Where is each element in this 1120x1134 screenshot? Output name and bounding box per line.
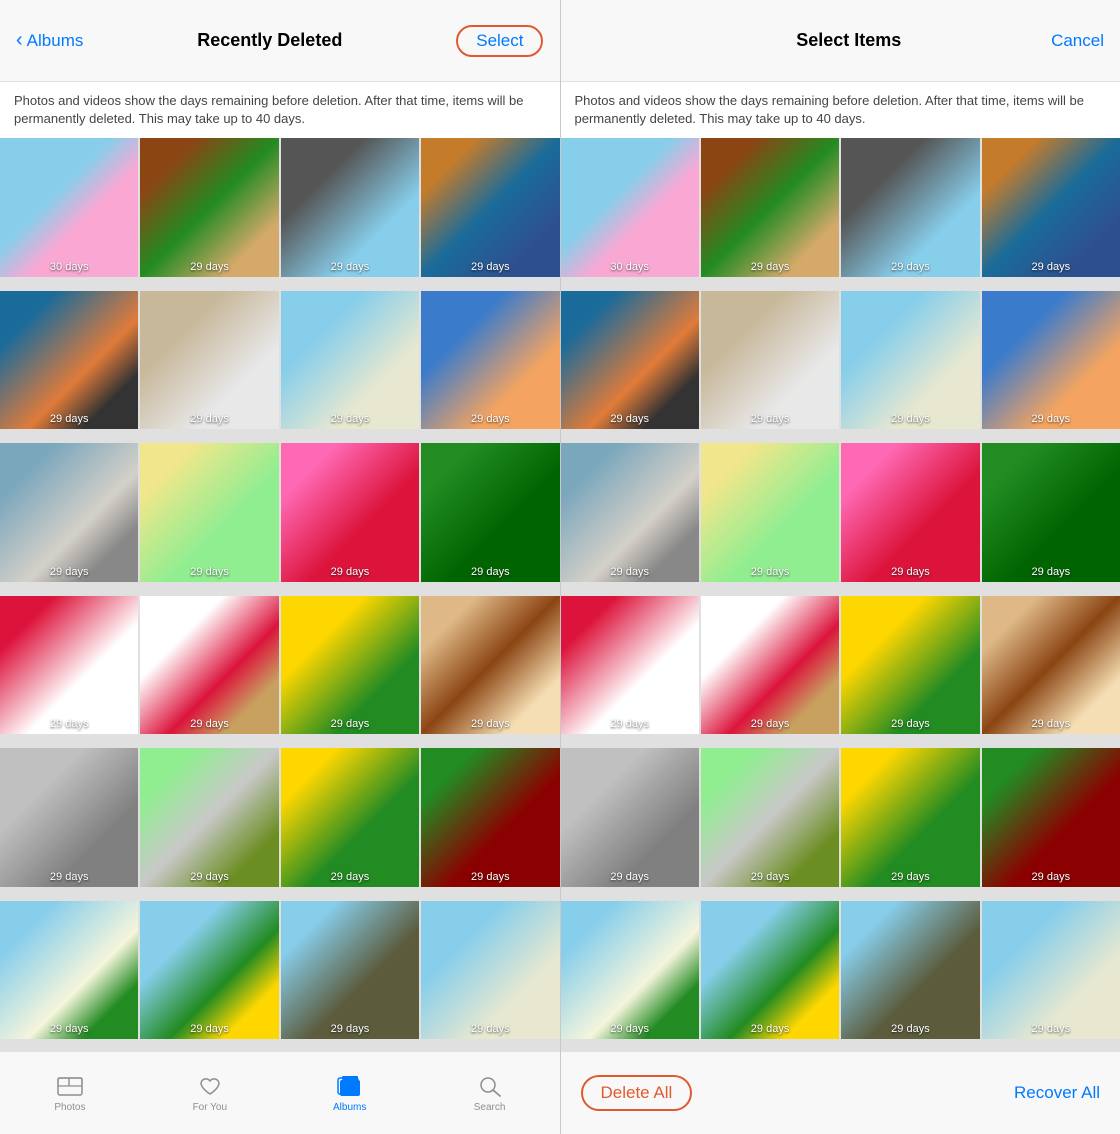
photo-cell[interactable]: 29 days — [0, 748, 138, 886]
photo-cell[interactable]: 29 days — [0, 443, 138, 581]
photo-cell[interactable]: 29 days — [561, 443, 699, 581]
photo-cell[interactable]: 29 days — [0, 596, 138, 734]
photo-cell[interactable]: 29 days — [841, 443, 979, 581]
photo-cell[interactable]: 29 days — [701, 596, 839, 734]
photo-cell[interactable]: 29 days — [281, 138, 419, 276]
tab-photos[interactable]: Photos — [0, 1074, 140, 1113]
photo-cell[interactable]: 30 days — [561, 138, 699, 276]
back-button[interactable]: ‹ Albums — [16, 29, 83, 52]
albums-icon — [336, 1074, 364, 1098]
page-title: Recently Deleted — [197, 30, 342, 51]
heart-icon — [196, 1074, 224, 1098]
photo-cell[interactable]: 29 days — [281, 443, 419, 581]
photo-cell[interactable]: 29 days — [281, 901, 419, 1039]
photo-cell[interactable]: 29 days — [281, 748, 419, 886]
left-header: ‹ Albums Recently Deleted Select — [0, 0, 560, 82]
photo-cell[interactable]: 29 days — [140, 596, 278, 734]
photo-cell[interactable]: 29 days — [841, 596, 979, 734]
search-icon — [476, 1074, 504, 1098]
photo-cell[interactable]: 29 days — [982, 138, 1120, 276]
right-header: Select Items Cancel — [561, 0, 1120, 82]
photo-cell[interactable]: 29 days — [0, 901, 138, 1039]
photo-cell[interactable]: 29 days — [421, 443, 559, 581]
photo-cell[interactable]: 29 days — [701, 443, 839, 581]
select-button[interactable]: Select — [456, 25, 543, 57]
photos-icon — [56, 1074, 84, 1098]
photo-cell[interactable]: 29 days — [140, 291, 278, 429]
back-label: Albums — [27, 31, 84, 51]
photo-cell[interactable]: 29 days — [421, 596, 559, 734]
photo-cell[interactable]: 29 days — [982, 291, 1120, 429]
photo-cell[interactable]: 29 days — [140, 138, 278, 276]
photo-cell[interactable]: 29 days — [701, 138, 839, 276]
tab-search-label: Search — [474, 1102, 506, 1113]
photo-cell[interactable]: 29 days — [0, 291, 138, 429]
photo-cell[interactable]: 29 days — [701, 291, 839, 429]
photo-cell[interactable]: 29 days — [841, 901, 979, 1039]
photo-cell[interactable]: 29 days — [841, 138, 979, 276]
photo-cell[interactable]: 29 days — [421, 748, 559, 886]
tab-for-you-label: For You — [193, 1102, 227, 1113]
photo-cell[interactable]: 29 days — [561, 901, 699, 1039]
photo-grid-right: 30 days 29 days 29 days 29 days 29 days … — [561, 138, 1120, 1051]
photo-cell[interactable]: 29 days — [982, 443, 1120, 581]
delete-all-button[interactable]: Delete All — [581, 1075, 693, 1111]
chevron-left-icon: ‹ — [16, 29, 23, 52]
photo-cell[interactable]: 30 days — [0, 138, 138, 276]
photo-cell[interactable]: 29 days — [421, 901, 559, 1039]
tab-for-you[interactable]: For You — [140, 1074, 280, 1113]
right-description-text: Photos and videos show the days remainin… — [561, 82, 1120, 138]
photo-cell[interactable]: 29 days — [281, 596, 419, 734]
photo-cell[interactable]: 29 days — [421, 291, 559, 429]
photo-cell[interactable]: 29 days — [982, 748, 1120, 886]
photo-cell[interactable]: 29 days — [140, 748, 278, 886]
tab-photos-label: Photos — [54, 1102, 85, 1113]
photo-cell[interactable]: 29 days — [701, 901, 839, 1039]
tab-search[interactable]: Search — [420, 1074, 560, 1113]
photo-cell[interactable]: 29 days — [841, 291, 979, 429]
tab-bar: Photos For You Albums — [0, 1051, 560, 1134]
photo-cell[interactable]: 29 days — [561, 291, 699, 429]
photo-cell[interactable]: 29 days — [561, 748, 699, 886]
photo-cell[interactable]: 29 days — [140, 901, 278, 1039]
photo-cell[interactable]: 29 days — [841, 748, 979, 886]
right-page-title: Select Items — [796, 30, 901, 51]
description-text: Photos and videos show the days remainin… — [0, 82, 560, 138]
photo-cell[interactable]: 29 days — [140, 443, 278, 581]
photo-cell[interactable]: 29 days — [561, 596, 699, 734]
photo-cell[interactable]: 29 days — [982, 596, 1120, 734]
cancel-button[interactable]: Cancel — [1051, 31, 1104, 51]
tab-albums[interactable]: Albums — [280, 1074, 420, 1113]
photo-grid-left: 30 days 29 days 29 days 29 days 29 days … — [0, 138, 560, 1051]
photo-cell[interactable]: 29 days — [982, 901, 1120, 1039]
photo-cell[interactable]: 29 days — [421, 138, 559, 276]
photo-cell[interactable]: 29 days — [701, 748, 839, 886]
action-bar: Delete All Recover All — [561, 1051, 1120, 1134]
recover-all-button[interactable]: Recover All — [1014, 1083, 1100, 1103]
photo-cell[interactable]: 29 days — [281, 291, 419, 429]
tab-albums-label: Albums — [333, 1102, 366, 1113]
